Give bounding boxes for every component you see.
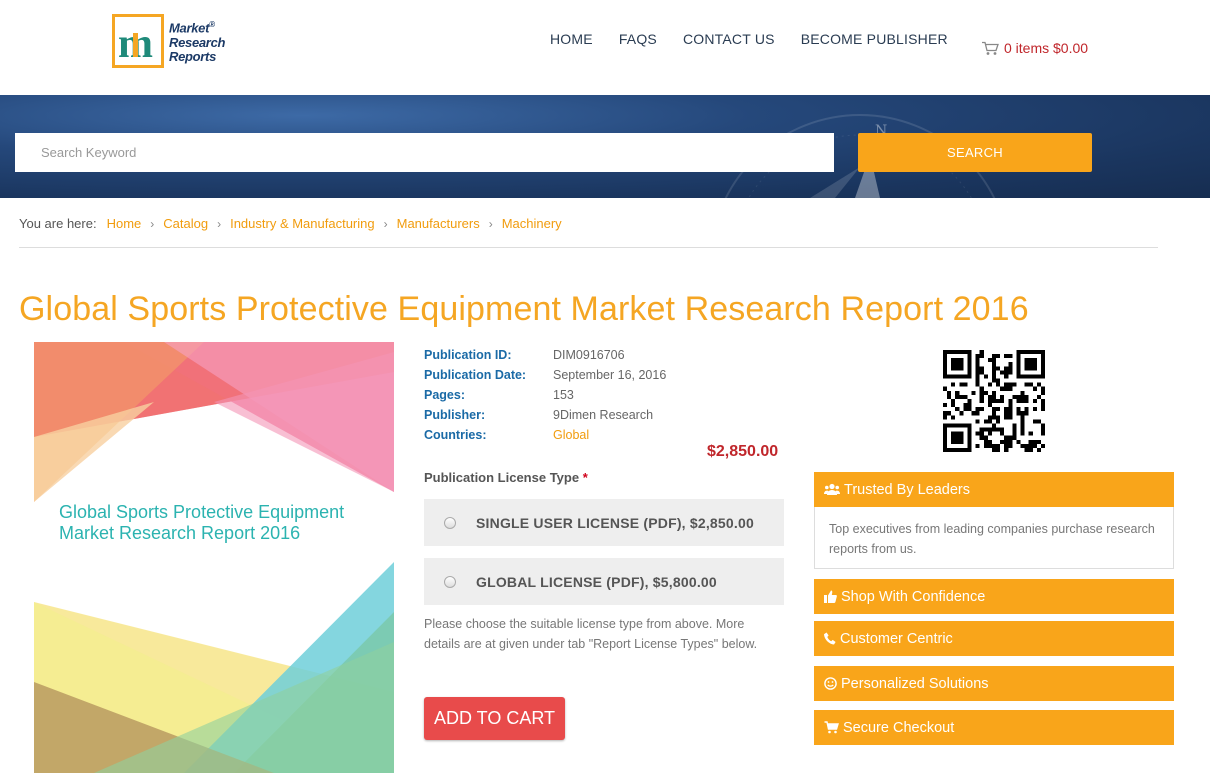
chevron-right-icon: ›: [150, 216, 155, 231]
customer-centric-panel[interactable]: Customer Centric: [814, 621, 1174, 656]
cart-icon: [824, 721, 839, 734]
trusted-by-leaders-text: Top executives from leading companies pu…: [814, 507, 1174, 569]
add-to-cart-button[interactable]: ADD TO CART: [424, 697, 565, 740]
users-icon: [824, 483, 840, 495]
logo-mark-icon: m: [112, 14, 164, 68]
breadcrumb-home[interactable]: Home: [107, 216, 142, 231]
cart-link[interactable]: 0 items $0.00: [981, 40, 1088, 56]
nav-become-publisher[interactable]: BECOME PUBLISHER: [801, 31, 948, 47]
report-cover-image: Global Sports Protective Equipment Marke…: [34, 342, 394, 773]
detail-publication-id: Publication ID: DIM0916706: [424, 348, 625, 362]
secure-checkout-panel[interactable]: Secure Checkout: [814, 710, 1174, 745]
smile-icon: [824, 677, 837, 690]
thumbs-up-icon: [824, 590, 837, 603]
search-input[interactable]: [15, 133, 834, 172]
detail-countries: Countries: Global: [424, 428, 590, 442]
nav-faqs[interactable]: FAQS: [619, 31, 657, 47]
detail-publisher: Publisher: 9Dimen Research: [424, 408, 654, 422]
detail-pages: Pages: 153: [424, 388, 574, 402]
license-label-single-user: SINGLE USER LICENSE (PDF), $2,850.00: [476, 514, 754, 531]
breadcrumb-machinery[interactable]: Machinery: [502, 216, 562, 231]
report-price: $2,850.00: [707, 443, 779, 460]
required-marker: *: [582, 470, 588, 485]
license-option-single-user[interactable]: SINGLE USER LICENSE (PDF), $2,850.00: [424, 499, 784, 546]
personalized-solutions-panel[interactable]: Personalized Solutions: [814, 666, 1174, 701]
breadcrumb-industry[interactable]: Industry & Manufacturing: [230, 216, 375, 231]
cart-icon: [982, 41, 999, 55]
phone-icon: [824, 632, 836, 645]
breadcrumb-manufacturers[interactable]: Manufacturers: [397, 216, 480, 231]
page-title: Global Sports Protective Equipment Marke…: [19, 290, 1029, 328]
logo-text: Market® Research Reports: [169, 20, 226, 64]
license-radio-single-user[interactable]: [444, 516, 456, 529]
detail-publication-date: Publication Date: September 16, 2016: [424, 368, 667, 382]
trusted-by-leaders-panel: Trusted By Leaders: [814, 472, 1174, 507]
breadcrumb: You are here: Home › Catalog › Industry …: [19, 216, 562, 231]
license-label-global: GLOBAL LICENSE (PDF), $5,800.00: [476, 573, 717, 590]
logo[interactable]: m Market® Research Reports: [112, 13, 232, 69]
search-banner: N SEARCH: [0, 95, 1210, 198]
breadcrumb-catalog[interactable]: Catalog: [163, 216, 208, 231]
site-header: m Market® Research Reports HOME FAQS CON…: [0, 0, 1210, 95]
nav-contact-us[interactable]: CONTACT US: [683, 31, 775, 47]
license-type-label: Publication License Type *: [424, 470, 588, 485]
license-option-global[interactable]: GLOBAL LICENSE (PDF), $5,800.00: [424, 558, 784, 605]
report-details: Publication ID: DIM0916706 Publication D…: [424, 345, 666, 445]
main-nav: HOME FAQS CONTACT US BECOME PUBLISHER: [550, 31, 974, 47]
search-button[interactable]: SEARCH: [858, 133, 1092, 172]
countries-link[interactable]: Global: [553, 428, 589, 442]
shop-with-confidence-panel[interactable]: Shop With Confidence: [814, 579, 1174, 614]
chevron-right-icon: ›: [488, 216, 493, 231]
chevron-right-icon: ›: [383, 216, 388, 231]
breadcrumb-lead: You are here:: [19, 216, 97, 231]
cart-summary: 0 items $0.00: [1004, 40, 1089, 56]
license-note: Please choose the suitable license type …: [424, 617, 758, 651]
qr-code: [943, 350, 1045, 452]
divider: [19, 247, 1158, 248]
nav-home[interactable]: HOME: [550, 31, 593, 47]
chevron-right-icon: ›: [217, 216, 222, 231]
cover-title: Global Sports Protective Equipment Marke…: [59, 502, 345, 543]
license-radio-global[interactable]: [444, 575, 456, 588]
